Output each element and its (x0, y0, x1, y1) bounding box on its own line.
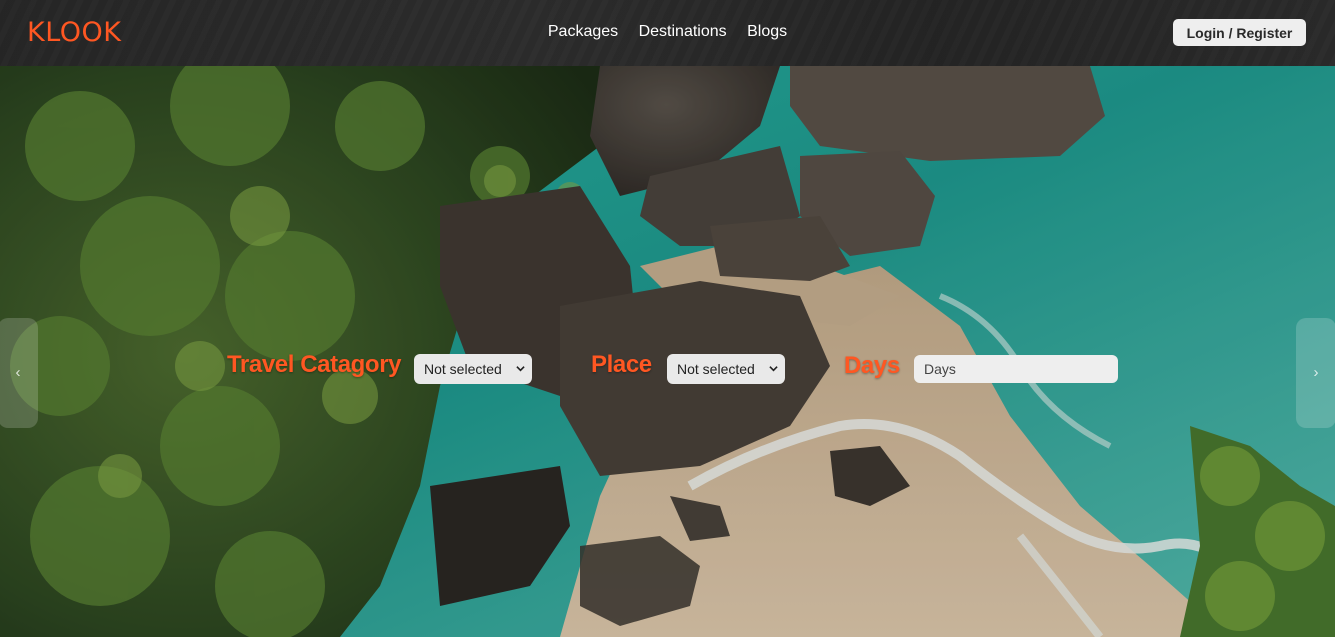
days-label: Days (844, 352, 900, 379)
hero-banner: Travel Catagory Not selected Place Not s… (0, 66, 1335, 637)
chevron-right-icon: › (1313, 364, 1319, 381)
nav-links: Packages Destinations Blogs (0, 22, 1335, 42)
place-label: Place (591, 351, 652, 378)
nav-link-packages[interactable]: Packages (548, 22, 618, 42)
chevron-down-icon (769, 366, 778, 372)
nav-link-blogs[interactable]: Blogs (747, 22, 787, 42)
navbar: KLOOK Packages Destinations Blogs Login … (0, 0, 1335, 66)
search-form: Travel Catagory Not selected Place Not s… (0, 66, 1335, 637)
travel-category-select[interactable]: Not selected (414, 354, 532, 384)
chevron-down-icon (516, 366, 525, 372)
login-register-button[interactable]: Login / Register (1173, 19, 1306, 46)
travel-category-selected-value: Not selected (424, 361, 502, 377)
nav-link-destinations[interactable]: Destinations (639, 22, 727, 42)
days-input[interactable] (914, 355, 1118, 383)
travel-category-label: Travel Catagory (227, 351, 402, 378)
place-selected-value: Not selected (677, 361, 755, 377)
carousel-next-button[interactable]: › (1296, 318, 1335, 428)
page: KLOOK Packages Destinations Blogs Login … (0, 0, 1335, 637)
chevron-left-icon: ‹ (15, 364, 21, 381)
place-select[interactable]: Not selected (667, 354, 785, 384)
carousel-prev-button[interactable]: ‹ (0, 318, 38, 428)
